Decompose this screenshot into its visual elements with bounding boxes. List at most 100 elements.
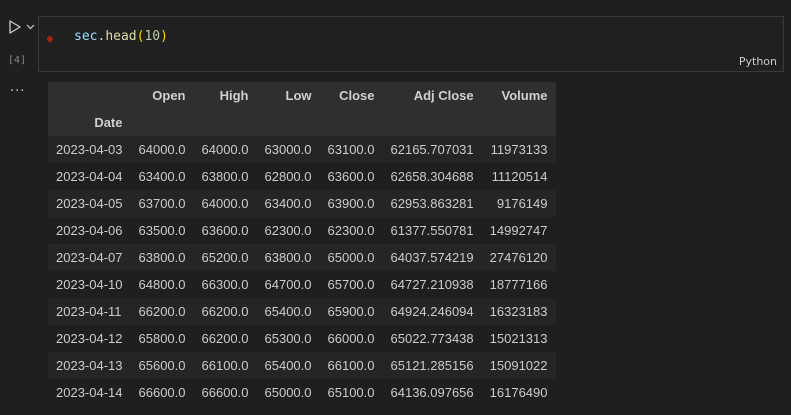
row-index-date: 2023-04-06 [48, 217, 131, 244]
row-index-date: 2023-04-04 [48, 163, 131, 190]
table-cell: 62300.0 [256, 217, 320, 244]
column-header: Open [130, 82, 194, 109]
table-cell: 61377.550781 [382, 217, 482, 244]
table-row: 2023-04-06 63500.0 63600.0 62300.0 62300.0 61… [48, 217, 556, 244]
table-row: 2023-04-07 63800.0 65200.0 63800.0 65000.0 64… [48, 244, 556, 271]
code-function: head [105, 29, 137, 44]
table-cell: 66100.0 [319, 352, 383, 379]
table-cell: 65700.0 [319, 271, 383, 298]
table-cell: 65000.0 [319, 244, 383, 271]
row-index-date: 2023-04-10 [48, 271, 131, 298]
code-cell[interactable]: sec.head(10) Python [38, 16, 784, 72]
table-cell: 65000.0 [256, 379, 320, 406]
index-name-header: Date [48, 109, 131, 136]
column-header: Low [256, 82, 320, 109]
table-row: 2023-04-12 65800.0 66200.0 65300.0 66000.0 65… [48, 325, 556, 352]
table-cell: 65300.0 [256, 325, 320, 352]
execution-count: [4] [8, 55, 27, 66]
output-actions-ellipsis[interactable]: ... [10, 80, 25, 95]
table-cell: 64000.0 [193, 136, 257, 163]
row-index-date: 2023-04-14 [48, 379, 131, 406]
column-header-row: Open High Low Close Adj Close Volume [48, 82, 556, 109]
table-cell: 64000.0 [130, 136, 194, 163]
row-index-date: 2023-04-12 [48, 325, 131, 352]
table-cell: 63800.0 [193, 163, 257, 190]
table-cell: 63700.0 [130, 190, 194, 217]
table-body: 2023-04-03 64000.0 64000.0 63000.0 63100.0 62… [48, 136, 556, 406]
table-cell: 63400.0 [130, 163, 194, 190]
row-index-date: 2023-04-07 [48, 244, 131, 271]
table-cell: 65600.0 [130, 352, 194, 379]
table-cell: 16323183 [481, 298, 556, 325]
table-row: 2023-04-10 64800.0 66300.0 64700.0 65700.0 64… [48, 271, 556, 298]
run-cell-icon[interactable] [8, 20, 22, 34]
row-index-date: 2023-04-11 [48, 298, 131, 325]
table-cell: 27476120 [481, 244, 556, 271]
code-argument: 10 [144, 29, 161, 44]
table-cell: 63900.0 [319, 190, 383, 217]
column-header: Adj Close [382, 82, 482, 109]
table-cell: 65400.0 [256, 352, 320, 379]
table-cell: 65100.0 [319, 379, 383, 406]
table-cell: 62165.707031 [382, 136, 482, 163]
table-row: 2023-04-03 64000.0 64000.0 63000.0 63100.0 62… [48, 136, 556, 163]
cell-output: Open High Low Close Adj Close Volume Dat… [48, 82, 556, 406]
table-cell: 64136.097656 [382, 379, 482, 406]
empty-header-cell [319, 109, 383, 136]
column-header: High [193, 82, 257, 109]
table-cell: 18777166 [481, 271, 556, 298]
table-cell: 66600.0 [130, 379, 194, 406]
table-cell: 66600.0 [193, 379, 257, 406]
table-cell: 62953.863281 [382, 190, 482, 217]
table-cell: 65200.0 [193, 244, 257, 271]
empty-header-cell [193, 109, 257, 136]
table-cell: 16176490 [481, 379, 556, 406]
table-cell: 11120514 [481, 163, 556, 190]
table-cell: 64924.246094 [382, 298, 482, 325]
row-index-date: 2023-04-05 [48, 190, 131, 217]
table-cell: 63100.0 [319, 136, 383, 163]
table-row: 2023-04-11 66200.0 66200.0 65400.0 65900.0 64… [48, 298, 556, 325]
table-cell: 63800.0 [130, 244, 194, 271]
table-cell: 15021313 [481, 325, 556, 352]
empty-header-cell [481, 109, 556, 136]
table-cell: 64000.0 [193, 190, 257, 217]
breakpoint-dot-icon[interactable] [47, 36, 53, 42]
table-row: 2023-04-04 63400.0 63800.0 62800.0 63600.0 62… [48, 163, 556, 190]
row-index-date: 2023-04-13 [48, 352, 131, 379]
code-editor[interactable]: sec.head(10) [74, 29, 168, 44]
cell-gutter: [4] ... [0, 0, 38, 415]
chevron-down-icon[interactable] [26, 22, 35, 31]
table-cell: 63600.0 [193, 217, 257, 244]
table-cell: 65900.0 [319, 298, 383, 325]
dataframe-table: Open High Low Close Adj Close Volume Dat… [48, 82, 556, 406]
index-name-row: Date [48, 109, 556, 136]
table-cell: 66200.0 [130, 298, 194, 325]
table-cell: 64700.0 [256, 271, 320, 298]
table-row: 2023-04-05 63700.0 64000.0 63400.0 63900.0 62… [48, 190, 556, 217]
table-cell: 62658.304688 [382, 163, 482, 190]
table-cell: 63000.0 [256, 136, 320, 163]
column-header: Close [319, 82, 383, 109]
column-header: Volume [481, 82, 556, 109]
table-cell: 64727.210938 [382, 271, 482, 298]
table-cell: 65121.285156 [382, 352, 482, 379]
table-cell: 66200.0 [193, 298, 257, 325]
empty-header-cell [130, 109, 194, 136]
table-cell: 11973133 [481, 136, 556, 163]
language-selector[interactable]: Python [739, 55, 777, 68]
table-cell: 66200.0 [193, 325, 257, 352]
empty-header-cell [256, 109, 320, 136]
table-cell: 65400.0 [256, 298, 320, 325]
table-row: 2023-04-14 66600.0 66600.0 65000.0 65100.0 64… [48, 379, 556, 406]
table-cell: 66000.0 [319, 325, 383, 352]
table-cell: 62800.0 [256, 163, 320, 190]
code-variable: sec [74, 29, 98, 44]
table-cell: 64037.574219 [382, 244, 482, 271]
index-header-blank [48, 82, 131, 109]
table-cell: 65800.0 [130, 325, 194, 352]
table-cell: 65022.773438 [382, 325, 482, 352]
row-index-date: 2023-04-03 [48, 136, 131, 163]
table-row: 2023-04-13 65600.0 66100.0 65400.0 66100.0 65… [48, 352, 556, 379]
table-cell: 66300.0 [193, 271, 257, 298]
